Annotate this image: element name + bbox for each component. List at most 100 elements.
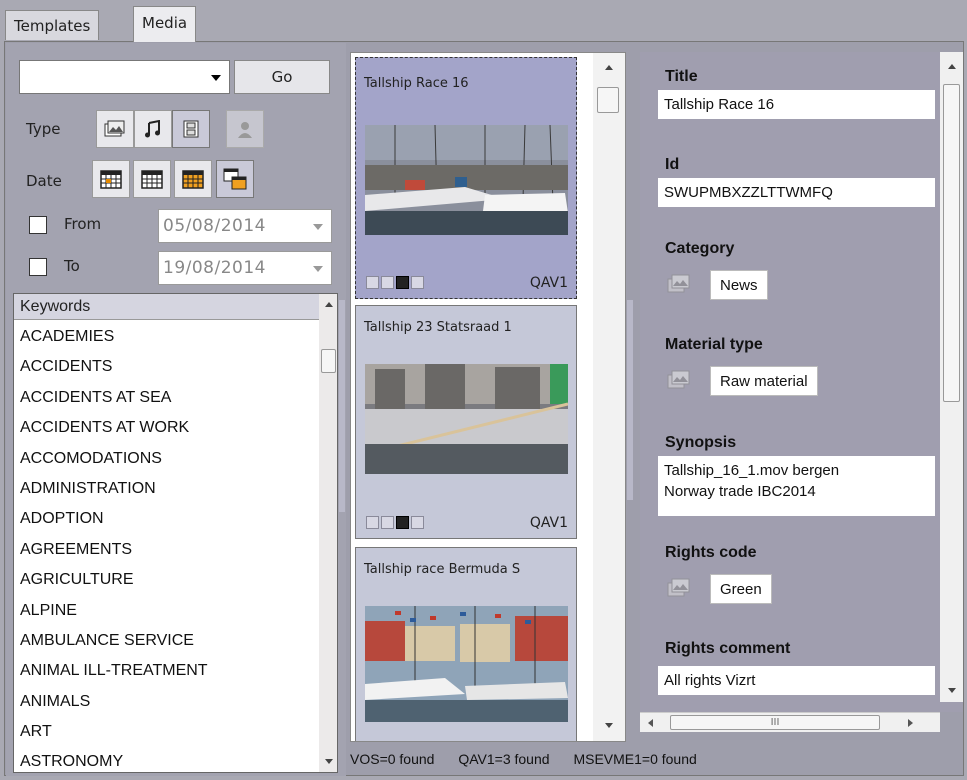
list-item[interactable]: AMBULANCE SERVICE	[14, 626, 319, 656]
card-source: QAV1	[529, 275, 568, 291]
list-item[interactable]: ADOPTION	[14, 504, 319, 534]
image-icon	[366, 276, 379, 289]
details-hscrollbar[interactable]: III	[640, 712, 940, 732]
film-icon	[183, 120, 199, 138]
result-card[interactable]: Tallship race Bermuda S	[355, 547, 577, 741]
title-label: Title	[665, 68, 698, 85]
type-label: Type	[26, 120, 61, 138]
material-type-chip[interactable]: Raw material	[710, 366, 818, 396]
scroll-down-icon[interactable]	[947, 688, 956, 693]
result-card[interactable]: Tallship 23 Statsraad 1 QAV1	[355, 305, 577, 539]
list-item[interactable]: ACCOMODATIONS	[14, 444, 319, 474]
synopsis-line: Tallship_16_1.mov bergen	[664, 462, 840, 479]
boats-harbor-image	[365, 125, 568, 235]
scroll-up-icon[interactable]	[605, 65, 613, 70]
tab-bar: Templates Media	[0, 0, 967, 42]
thumbnail-image	[365, 364, 568, 474]
from-date-value: 05/08/2014	[163, 216, 266, 236]
scroll-up-icon[interactable]	[324, 302, 333, 307]
rights-code-chip[interactable]: Green	[710, 574, 772, 604]
card-title: Tallship 23 Statsraad 1	[364, 320, 512, 335]
scroll-thumb[interactable]	[597, 87, 619, 113]
scroll-thumb[interactable]	[943, 84, 960, 402]
image-icon	[664, 270, 694, 298]
chevron-down-icon[interactable]	[313, 266, 323, 272]
right-splitter[interactable]	[627, 300, 633, 500]
image-icon	[366, 516, 379, 529]
list-item[interactable]: ART	[14, 717, 319, 747]
list-item[interactable]: ALPINE	[14, 596, 319, 626]
rights-comment-label: Rights comment	[665, 640, 791, 657]
keywords-scrollbar[interactable]	[319, 294, 337, 772]
image-type-button[interactable]	[96, 110, 134, 148]
film-icon	[396, 276, 409, 289]
details-scrollbar[interactable]	[940, 52, 963, 702]
result-card[interactable]: Tallship Race 16 QAV1	[355, 57, 577, 299]
scroll-up-icon[interactable]	[947, 64, 956, 69]
keywords-list[interactable]: Keywords ACADEMIES ACCIDENTS ACCIDENTS A…	[13, 293, 338, 773]
list-item[interactable]: ACADEMIES	[14, 322, 319, 352]
list-item[interactable]: ANIMAL ILL-TREATMENT	[14, 656, 319, 686]
chevron-down-icon[interactable]	[211, 75, 221, 81]
from-checkbox[interactable]	[29, 216, 47, 234]
scroll-down-icon[interactable]	[605, 723, 613, 728]
list-item[interactable]: ADMINISTRATION	[14, 474, 319, 504]
scroll-thumb[interactable]	[321, 349, 336, 373]
scroll-thumb[interactable]: III	[670, 715, 880, 730]
list-item[interactable]: ASTRONOMY	[14, 747, 319, 772]
tab-templates[interactable]: Templates	[5, 10, 100, 40]
music-note-icon	[381, 516, 394, 529]
music-note-icon	[381, 276, 394, 289]
person-icon	[411, 516, 424, 529]
synopsis-field[interactable]: Tallship_16_1.mov bergen Norway trade IB…	[658, 456, 935, 516]
list-item[interactable]: ACCIDENTS AT SEA	[14, 383, 319, 413]
scroll-right-icon[interactable]	[908, 719, 913, 727]
tab-media[interactable]: Media	[133, 6, 197, 42]
image-icon	[664, 366, 694, 394]
keywords-items: ACADEMIES ACCIDENTS ACCIDENTS AT SEA ACC…	[14, 322, 319, 772]
calendar-icon	[100, 170, 122, 189]
left-splitter[interactable]	[339, 300, 345, 512]
date-range-week-button[interactable]	[133, 160, 171, 198]
chevron-down-icon[interactable]	[313, 224, 323, 230]
list-item[interactable]: ACCIDENTS AT WORK	[14, 413, 319, 443]
to-date-field[interactable]: 19/08/2014	[158, 251, 332, 285]
results-scrollbar[interactable]	[593, 53, 625, 741]
person-type-button[interactable]	[226, 110, 264, 148]
id-label: Id	[665, 156, 680, 173]
calendar-icon	[141, 170, 163, 189]
date-range-day-button[interactable]	[92, 160, 130, 198]
details-panel: Title Tallship Race 16 Id SWUPMBXZZLTTWM…	[640, 52, 963, 712]
go-button[interactable]: Go	[234, 60, 330, 94]
list-item[interactable]: ACCIDENTS	[14, 352, 319, 382]
tallship-image	[365, 364, 568, 474]
calendar-icon	[182, 170, 204, 189]
scroll-left-icon[interactable]	[648, 719, 653, 727]
thumbnail-image	[365, 606, 568, 722]
scroll-down-icon[interactable]	[324, 759, 333, 764]
from-label: From	[64, 215, 102, 233]
category-chip[interactable]: News	[710, 270, 768, 300]
list-item[interactable]: AGREEMENTS	[14, 535, 319, 565]
audio-type-button[interactable]	[134, 110, 172, 148]
date-range-custom-button[interactable]	[216, 160, 254, 198]
title-field[interactable]: Tallship Race 16	[658, 90, 935, 119]
video-type-button[interactable]	[172, 110, 210, 148]
to-label: To	[64, 257, 80, 275]
search-combo[interactable]	[19, 60, 230, 94]
list-item[interactable]: ANIMALS	[14, 687, 319, 717]
person-icon	[238, 122, 252, 138]
date-range-month-button[interactable]	[174, 160, 212, 198]
date-label: Date	[26, 172, 62, 190]
id-field[interactable]: SWUPMBXZZLTTWMFQ	[658, 178, 935, 207]
keywords-header[interactable]: Keywords	[14, 294, 319, 320]
media-type-icons	[366, 276, 424, 289]
category-label: Category	[665, 240, 735, 257]
from-date-field[interactable]: 05/08/2014	[158, 209, 332, 243]
list-item[interactable]: AGRICULTURE	[14, 565, 319, 595]
thumbnail-image	[365, 125, 568, 235]
image-icon	[664, 574, 694, 602]
to-checkbox[interactable]	[29, 258, 47, 276]
rights-comment-field[interactable]: All rights Vizrt	[658, 666, 935, 695]
results-list[interactable]: Tallship Race 16 QAV1 Tallship 23 Statsr	[350, 52, 626, 742]
